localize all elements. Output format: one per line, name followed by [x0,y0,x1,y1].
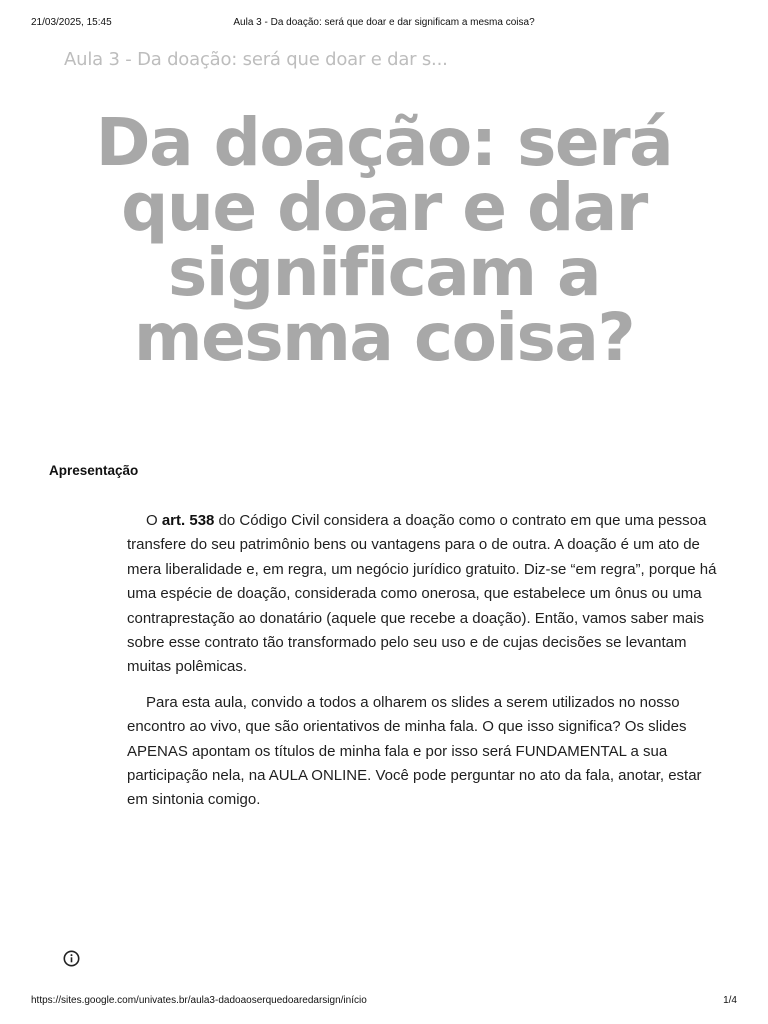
paragraph-text: O [146,512,162,529]
paragraph-slides: Para esta aula, convido a todos a olhare… [127,693,702,809]
page-title-line: mesma coisa? [133,299,636,376]
article-reference: art. 538 [161,512,215,529]
page-number: 1/4 [723,995,737,1006]
page-url: https://sites.google.com/univates.br/aul… [31,995,367,1006]
print-header: 21/03/2025, 15:45 Aula 3 - Da doação: se… [31,17,737,31]
page-title: Da doação: será que doar e dar significa… [40,110,728,371]
site-title[interactable]: Aula 3 - Da doação: será que doar e dar … [64,49,448,70]
print-document-title: Aula 3 - Da doação: será que doar e dar … [233,17,535,28]
print-footer: https://sites.google.com/univates.br/aul… [31,995,737,1009]
paragraph-text: do Código Civil considera a doação como … [127,512,717,676]
section-heading: Apresentação [49,463,139,478]
info-icon[interactable] [63,950,80,967]
content-body: O art. 538 do Código Civil considera a d… [127,509,725,824]
paragraph-intro: O art. 538 do Código Civil considera a d… [127,509,725,680]
